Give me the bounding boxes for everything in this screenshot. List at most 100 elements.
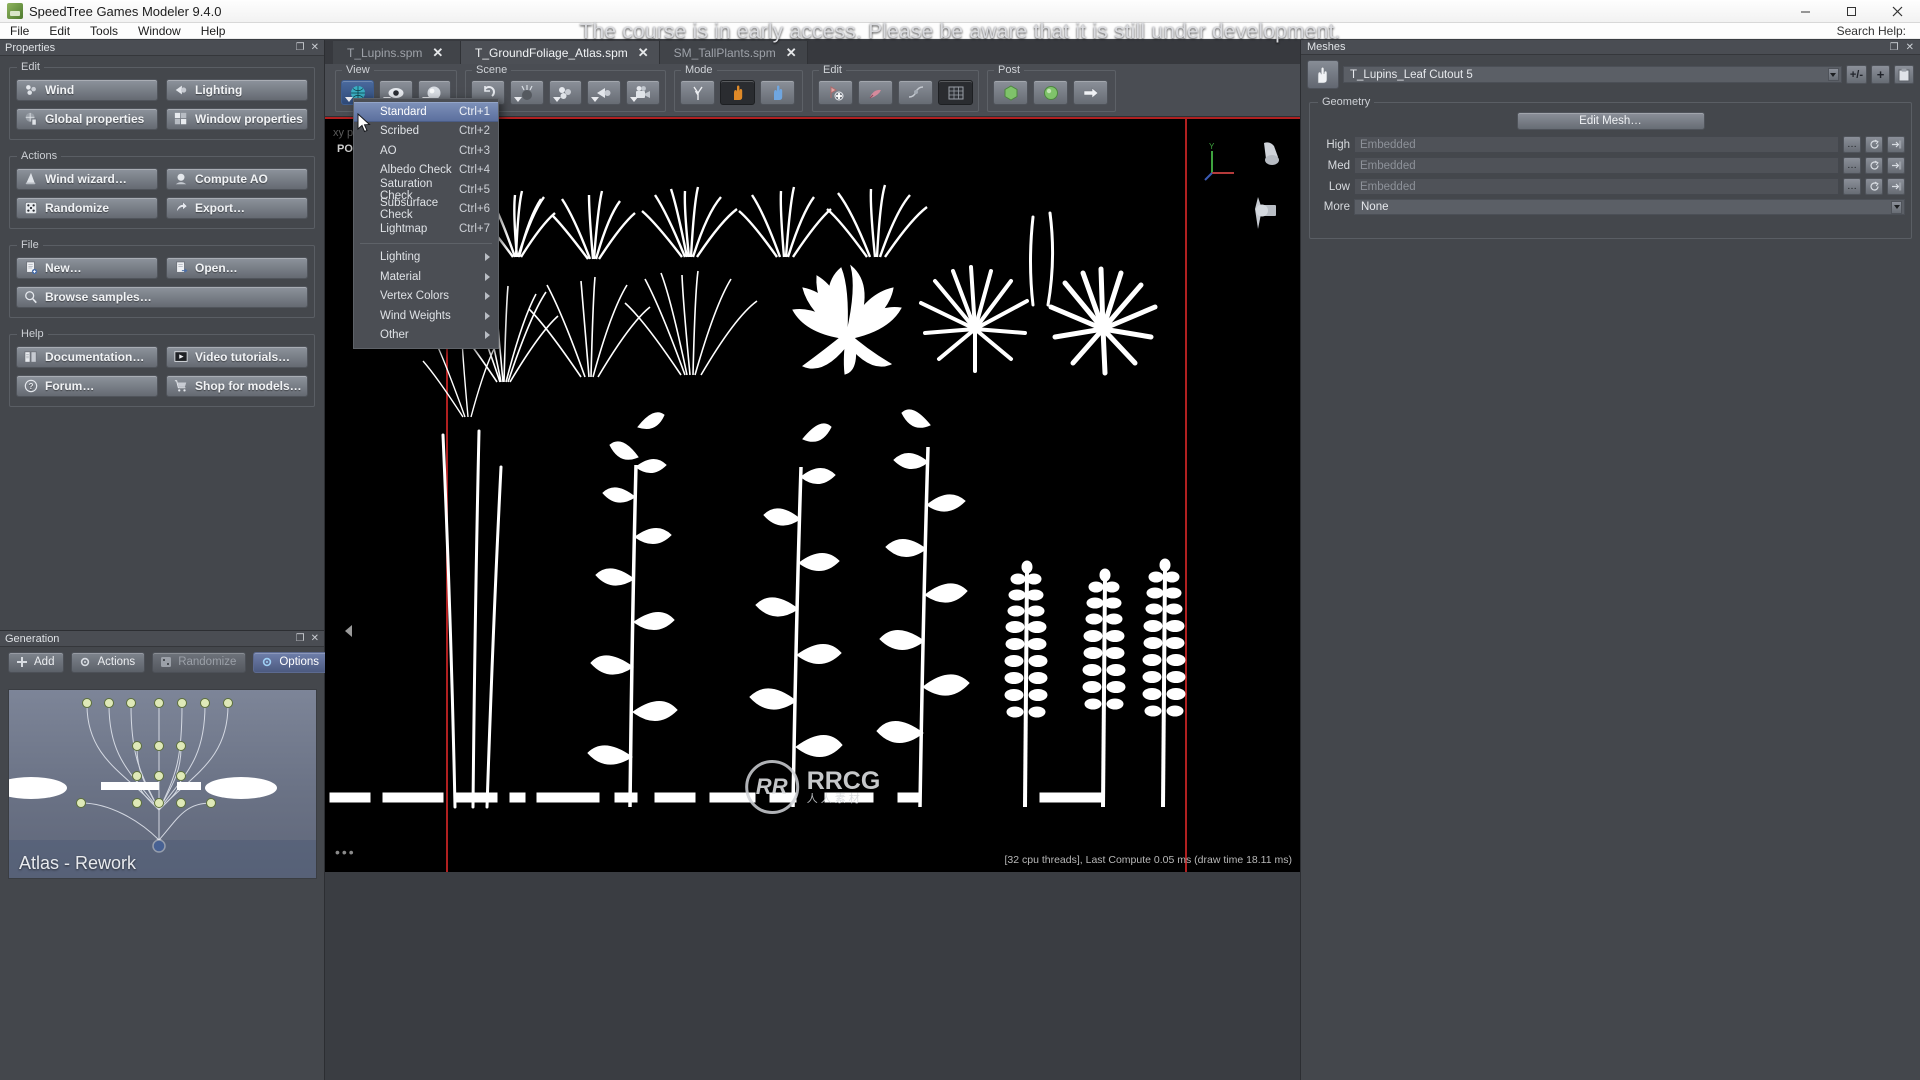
new-button[interactable]: New… (16, 257, 158, 279)
dropdown-arrow-icon[interactable] (630, 97, 639, 102)
dropdown-arrow-icon[interactable] (513, 97, 522, 102)
menu-edit[interactable]: Edit (39, 23, 80, 39)
edit-mesh-button[interactable]: Edit Mesh… (1516, 112, 1705, 130)
menu-item-vertex-colors[interactable]: Vertex Colors (354, 287, 498, 307)
menu-tools[interactable]: Tools (80, 23, 128, 39)
menu-item-wind-weights[interactable]: Wind Weights (354, 306, 498, 326)
tab-t-lupins[interactable]: T_Lupins.spm ✕ (333, 41, 461, 64)
geometry-field-med[interactable]: Embedded (1354, 157, 1839, 174)
global-properties-button[interactable]: Global properties (16, 108, 158, 130)
dropdown-arrow-icon[interactable] (591, 97, 600, 102)
export-button[interactable]: Export… (166, 197, 308, 219)
tab-t-groundfoliage-atlas[interactable]: T_GroundFoliage_Atlas.spm ✕ (461, 41, 660, 64)
export-icon-low[interactable] (1887, 178, 1905, 195)
close-button[interactable] (1874, 0, 1920, 23)
menu-item-subsurface-check[interactable]: Subsurface Check Ctrl+6 (354, 197, 498, 221)
menu-item-lightmap[interactable]: Lightmap Ctrl+7 (354, 219, 498, 239)
browse-icon-low[interactable]: … (1843, 178, 1861, 195)
mode-blue-button[interactable] (760, 80, 795, 105)
menu-help[interactable]: Help (191, 23, 236, 39)
lighting-button[interactable]: Lighting (166, 79, 308, 101)
generation-actions-button[interactable]: Actions (71, 651, 146, 673)
clipboard-icon[interactable] (1894, 65, 1914, 84)
export-icon-high[interactable] (1887, 136, 1905, 153)
close-icon[interactable]: ✕ (311, 633, 319, 644)
menu-item-standard[interactable]: Standard Ctrl+1 (354, 102, 498, 122)
menu-window[interactable]: Window (128, 23, 191, 39)
browse-samples-button[interactable]: Browse samples… (16, 286, 308, 308)
generation-add-button[interactable]: Add (8, 651, 65, 673)
close-icon[interactable]: ✕ (1906, 42, 1914, 53)
geometry-field-high[interactable]: Embedded (1354, 136, 1839, 153)
post-mesh-button[interactable] (993, 80, 1028, 105)
dropdown-arrow-icon[interactable] (552, 97, 561, 102)
post-sphere-button[interactable] (1033, 80, 1068, 105)
mesh-select-combo[interactable]: T_Lupins_Leaf Cutout 5 (1343, 66, 1842, 83)
mode-hand-button[interactable] (720, 80, 755, 105)
mode-tree-button[interactable] (680, 80, 715, 105)
camera-gizmo-icon[interactable] (1244, 193, 1288, 233)
explosion-button[interactable] (509, 80, 544, 105)
chevron-down-icon[interactable] (1827, 68, 1839, 81)
restore-icon[interactable]: ❐ (296, 633, 305, 644)
restore-icon[interactable]: ❐ (296, 42, 305, 53)
menu-item-material[interactable]: Material (354, 267, 498, 287)
tab-sm-tallplants[interactable]: SM_TallPlants.spm ✕ (659, 41, 808, 64)
wind-button[interactable] (548, 80, 583, 105)
shop-models-button[interactable]: Shop for models… (166, 375, 308, 397)
tab-close-icon[interactable]: ✕ (432, 46, 443, 59)
randomize-button[interactable]: Randomize (16, 197, 158, 219)
dropdown-arrow-icon[interactable] (345, 97, 353, 102)
generation-randomize-button[interactable]: Randomize (152, 651, 247, 673)
restore-icon[interactable]: ❐ (1890, 42, 1899, 53)
paint-button[interactable] (858, 80, 893, 105)
browse-icon-med[interactable]: … (1843, 157, 1861, 174)
reload-icon-med[interactable] (1865, 157, 1883, 174)
grid-button[interactable] (938, 80, 973, 105)
export-icon-med[interactable] (1887, 157, 1905, 174)
geometry-more-combo[interactable]: None (1354, 199, 1905, 215)
menu-item-scribed[interactable]: Scribed Ctrl+2 (354, 122, 498, 142)
reload-icon-low[interactable] (1865, 178, 1883, 195)
viewport-collapse-handle[interactable] (345, 625, 352, 637)
chevron-down-icon[interactable] (1891, 200, 1902, 214)
wind-icon (26, 85, 36, 95)
menu-item-ao[interactable]: AO Ctrl+3 (354, 141, 498, 161)
mesh-add-button[interactable]: + (1871, 65, 1890, 84)
geometry-field-low[interactable]: Embedded (1354, 178, 1839, 195)
video-tutorials-button[interactable]: Video tutorials… (166, 346, 308, 368)
menu-file[interactable]: File (0, 23, 39, 39)
compute-ao-button[interactable]: Compute AO (166, 168, 308, 190)
tab-close-icon[interactable]: ✕ (786, 46, 797, 59)
generation-options-button[interactable]: Options (253, 651, 329, 673)
view-mode-dropdown-menu[interactable]: Standard Ctrl+1 Scribed Ctrl+2 AO Ctrl+3… (353, 98, 499, 349)
add-node-button[interactable] (818, 80, 853, 105)
documentation-button[interactable]: Documentation… (16, 346, 158, 368)
menu-item-other[interactable]: Other (354, 326, 498, 346)
post-export-button[interactable] (1073, 80, 1108, 105)
menu-item-lighting[interactable]: Lighting (354, 248, 498, 268)
minimize-button[interactable] (1782, 0, 1828, 23)
light-button[interactable] (587, 80, 622, 105)
tree-white-icon (692, 86, 703, 100)
browse-icon-high[interactable]: … (1843, 136, 1861, 153)
search-help-label[interactable]: Search Help: (1837, 23, 1906, 39)
mesh-plus-minus-button[interactable]: +/- (1845, 65, 1867, 84)
menu-item-label: AO (380, 144, 397, 157)
light-gizmo-icon[interactable] (1248, 137, 1288, 177)
tab-close-icon[interactable]: ✕ (638, 46, 649, 59)
viewport-more-dots[interactable]: ••• (335, 844, 356, 860)
curve-button[interactable] (898, 80, 933, 105)
wind-button[interactable]: Wind (16, 79, 158, 101)
close-icon[interactable]: ✕ (311, 42, 319, 53)
generation-panel-title: Generation (5, 632, 60, 645)
wind-wizard-button[interactable]: Wind wizard… (16, 168, 158, 190)
reload-icon-high[interactable] (1865, 136, 1883, 153)
camera-button[interactable] (626, 80, 660, 105)
forum-button[interactable]: ? Forum… (16, 375, 158, 397)
generation-canvas[interactable]: Atlas - Rework (8, 689, 317, 879)
window-properties-button[interactable]: Window properties (166, 108, 308, 130)
maximize-button[interactable] (1828, 0, 1874, 23)
mesh-hand-button[interactable] (1307, 60, 1339, 89)
open-button[interactable]: Open… (166, 257, 308, 279)
